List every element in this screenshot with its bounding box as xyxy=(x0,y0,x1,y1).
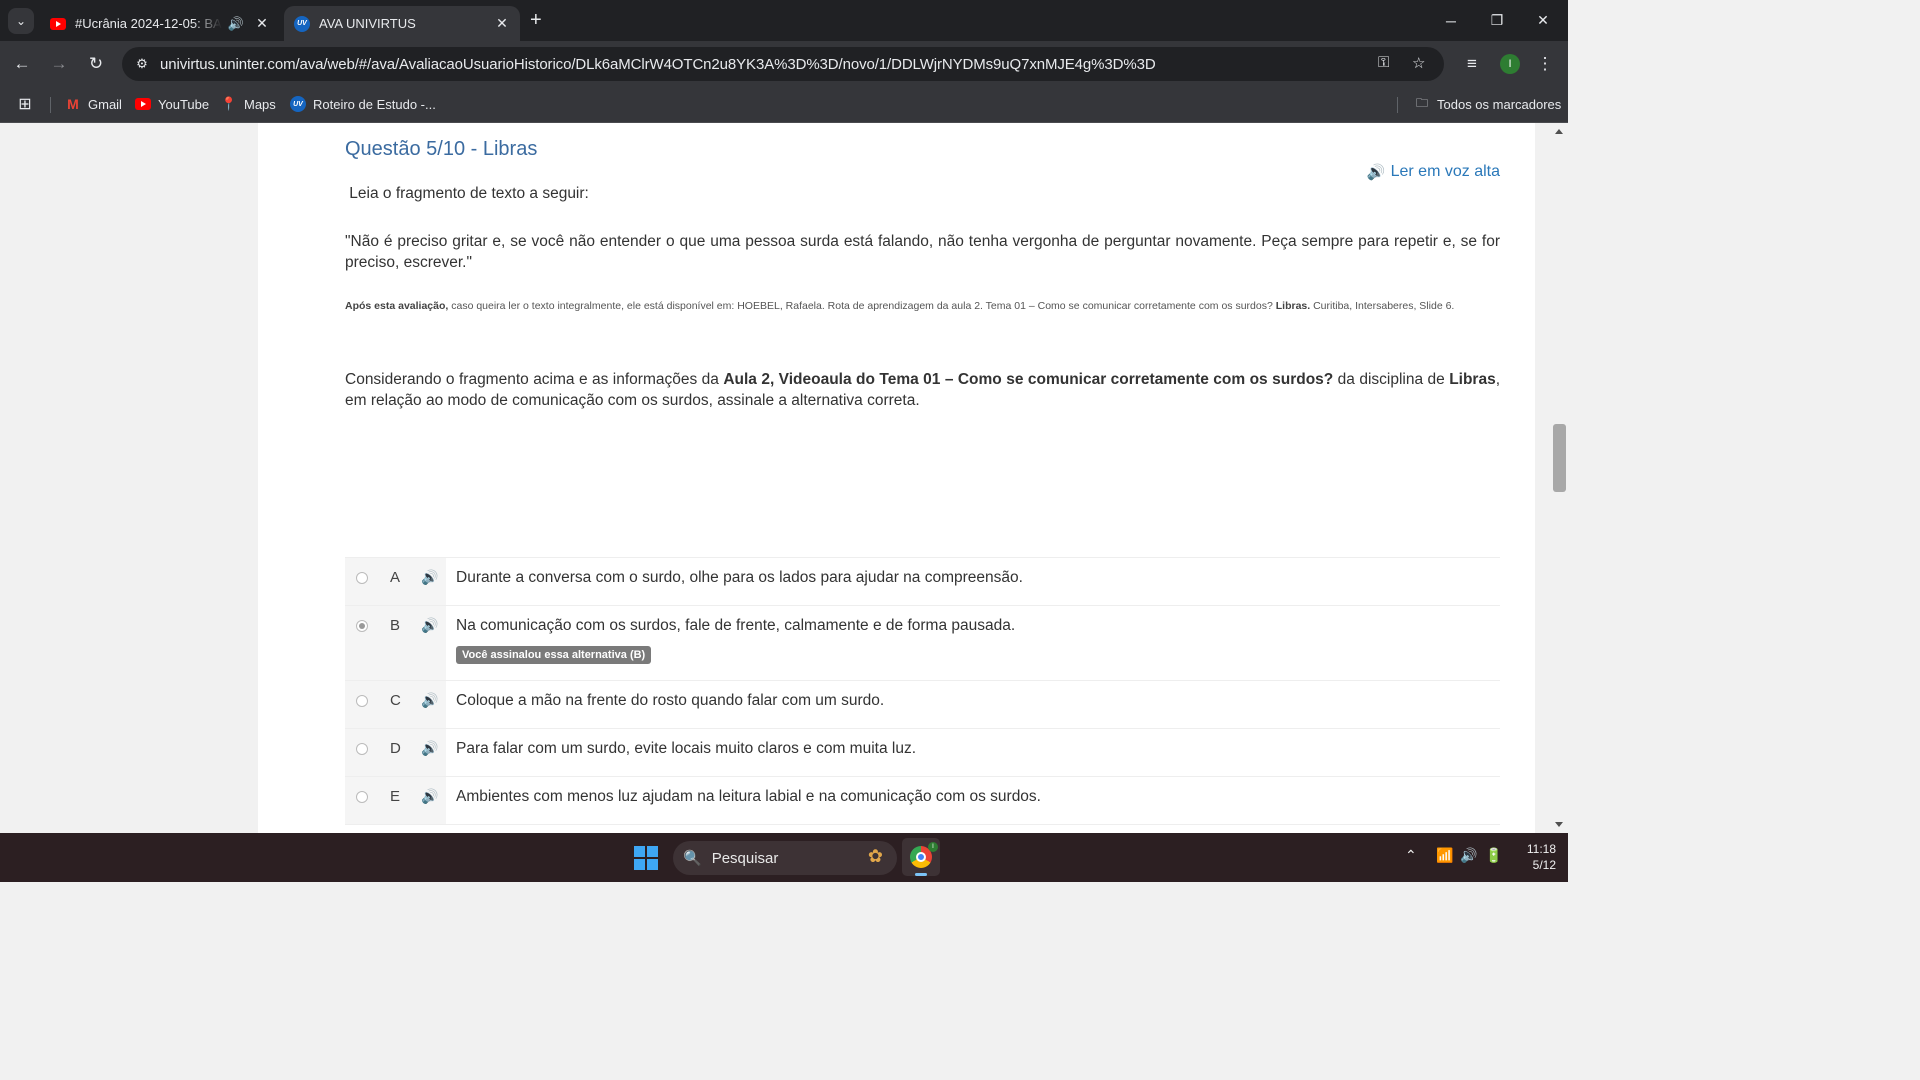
windows-taskbar: 🔍 Pesquisar ✿ I ⌃ 📶 🔊 🔋 11:18 5/12 xyxy=(0,833,1568,882)
question-prompt: Considerando o fragmento acima e as info… xyxy=(345,371,1501,409)
bookmark-roteiro[interactable]: UV Roteiro de Estudo -... xyxy=(290,96,436,112)
bookmark-maps[interactable]: 📍 Maps xyxy=(221,96,276,112)
option-letter: B xyxy=(390,617,401,634)
option-text[interactable]: Para falar com um surdo, evite locais mu… xyxy=(456,740,916,758)
new-tab-button[interactable]: + xyxy=(530,9,542,31)
reload-button[interactable]: ↻ xyxy=(84,52,108,76)
read-aloud-link[interactable]: 🔊 Ler em voz alta xyxy=(1367,163,1500,181)
forward-button[interactable]: → xyxy=(47,52,71,76)
maps-icon: 📍 xyxy=(220,96,238,111)
youtube-icon xyxy=(50,16,66,32)
address-bar[interactable]: ⚙ univirtus.uninter.com/ava/web/#/ava/Av… xyxy=(122,47,1444,81)
option-b[interactable]: B 🔊 Na comunicação com os surdos, fale d… xyxy=(345,606,1500,681)
profile-avatar[interactable]: I xyxy=(1500,54,1520,74)
option-text[interactable]: Coloque a mão na frente do rosto quando … xyxy=(456,692,884,710)
option-text[interactable]: Na comunicação com os surdos, fale de fr… xyxy=(456,617,1015,635)
option-letter: C xyxy=(390,692,401,709)
option-text[interactable]: Ambientes com menos luz ajudam na leitur… xyxy=(456,788,1041,806)
volume-icon[interactable]: 🔊 xyxy=(1460,847,1477,864)
option-a[interactable]: A 🔊 Durante a conversa com o surdo, olhe… xyxy=(345,558,1500,606)
tab-title: AVA UNIVIRTUS xyxy=(319,16,416,31)
univirtus-icon: UV xyxy=(290,96,306,112)
tab-title: #Ucrânia 2024-12-05: BASE xyxy=(75,16,222,31)
speaker-icon: 🔊 xyxy=(1366,164,1386,181)
speaker-icon[interactable]: 🔊 xyxy=(228,16,244,32)
tab-strip: ⌄ #Ucrânia 2024-12-05: BASE 🔊 ✕ UV AVA U… xyxy=(0,0,1568,41)
scroll-down-arrow[interactable] xyxy=(1555,822,1563,827)
tab-search-button[interactable]: ⌄ xyxy=(8,8,34,34)
bookmarks-separator xyxy=(1397,97,1398,113)
media-control-icon[interactable]: ≡ xyxy=(1460,52,1484,76)
selected-answer-badge: Você assinalou essa alternativa (B) xyxy=(456,646,652,664)
speaker-icon[interactable]: 🔊 xyxy=(421,617,438,634)
source-citation: Após esta avaliação, caso queira ler o t… xyxy=(345,300,1455,312)
all-bookmarks-button[interactable]: 🗀 Todos os marcadores xyxy=(1414,96,1561,112)
close-icon[interactable]: ✕ xyxy=(254,15,270,32)
wifi-icon[interactable]: 📶 xyxy=(1436,847,1453,864)
question-card: Questão 5/10 - Libras 🔊 Ler em voz alta … xyxy=(258,123,1535,833)
scroll-up-arrow[interactable] xyxy=(1555,129,1563,134)
battery-icon[interactable]: 🔋 xyxy=(1485,847,1502,864)
search-highlight-icon: ✿ xyxy=(867,846,883,866)
youtube-icon xyxy=(135,96,151,112)
tab-ava-univirtus[interactable]: UV AVA UNIVIRTUS ✕ xyxy=(284,6,520,41)
question-quote: "Não é preciso gritar e, se você não ent… xyxy=(345,233,1500,271)
speaker-icon[interactable]: 🔊 xyxy=(421,740,438,757)
answer-options: A 🔊 Durante a conversa com o surdo, olhe… xyxy=(345,557,1500,825)
tab-youtube[interactable]: #Ucrânia 2024-12-05: BASE 🔊 ✕ xyxy=(40,6,280,41)
bookmark-youtube[interactable]: YouTube xyxy=(135,96,209,112)
scrollbar-thumb[interactable] xyxy=(1553,424,1566,492)
restore-button[interactable]: ❐ xyxy=(1474,0,1520,41)
bookmarks-separator xyxy=(50,97,51,113)
chevron-down-icon: ⌄ xyxy=(15,14,27,28)
option-text[interactable]: Durante a conversa com o surdo, olhe par… xyxy=(456,569,1023,587)
close-window-button[interactable]: ✕ xyxy=(1520,0,1566,41)
speaker-icon[interactable]: 🔊 xyxy=(421,692,438,709)
option-radio-selected[interactable] xyxy=(356,620,368,632)
apps-grid-icon[interactable]: ⊞ xyxy=(17,96,40,113)
url-text[interactable]: univirtus.uninter.com/ava/web/#/ava/Aval… xyxy=(160,56,1156,73)
option-radio[interactable] xyxy=(356,572,368,584)
folder-icon: 🗀 xyxy=(1415,95,1428,110)
speaker-icon[interactable]: 🔊 xyxy=(421,788,438,805)
option-letter: D xyxy=(390,740,401,757)
gmail-icon: M xyxy=(67,96,79,112)
browser-toolbar: ← → ↻ ⚙ univirtus.uninter.com/ava/web/#/… xyxy=(0,41,1568,87)
option-e[interactable]: E 🔊 Ambientes com menos luz ajudam na le… xyxy=(345,777,1500,825)
option-radio[interactable] xyxy=(356,791,368,803)
option-c[interactable]: C 🔊 Coloque a mão na frente do rosto qua… xyxy=(345,681,1500,729)
option-d[interactable]: D 🔊 Para falar com um surdo, evite locai… xyxy=(345,729,1500,777)
bookmarks-bar: ⊞ M Gmail YouTube 📍 Maps UV Roteiro de E… xyxy=(0,87,1568,123)
close-icon[interactable]: ✕ xyxy=(494,15,510,32)
taskbar-search[interactable]: 🔍 Pesquisar ✿ xyxy=(673,841,897,875)
page-scrollbar[interactable] xyxy=(1552,123,1568,833)
system-clock[interactable]: 11:18 5/12 xyxy=(1510,841,1556,873)
option-radio[interactable] xyxy=(356,695,368,707)
question-intro: Leia o fragmento de texto a seguir: xyxy=(345,185,589,202)
univirtus-icon: UV xyxy=(294,15,310,32)
site-info-icon[interactable]: ⚙ xyxy=(132,54,152,74)
bookmark-gmail[interactable]: M Gmail xyxy=(65,96,122,112)
page-content: Questão 5/10 - Libras 🔊 Ler em voz alta … xyxy=(0,123,1552,833)
bookmark-star-icon[interactable]: ☆ xyxy=(1412,54,1425,72)
option-letter: A xyxy=(390,569,401,586)
search-icon: 🔍 xyxy=(683,850,702,867)
minimize-button[interactable]: ─ xyxy=(1428,0,1474,41)
option-letter: E xyxy=(390,788,401,805)
profile-badge: I xyxy=(928,842,938,852)
windows-start-icon[interactable] xyxy=(634,846,658,870)
question-title: Questão 5/10 - Libras xyxy=(345,138,538,160)
menu-kebab-icon[interactable]: ⋮ xyxy=(1533,52,1557,76)
speaker-icon[interactable]: 🔊 xyxy=(421,569,438,586)
chevron-up-icon[interactable]: ⌃ xyxy=(1405,847,1417,864)
back-button[interactable]: ← xyxy=(10,52,34,76)
chrome-taskbar-button[interactable]: I xyxy=(902,838,940,876)
option-radio[interactable] xyxy=(356,743,368,755)
password-key-icon[interactable]: ⚿ xyxy=(1378,54,1389,71)
